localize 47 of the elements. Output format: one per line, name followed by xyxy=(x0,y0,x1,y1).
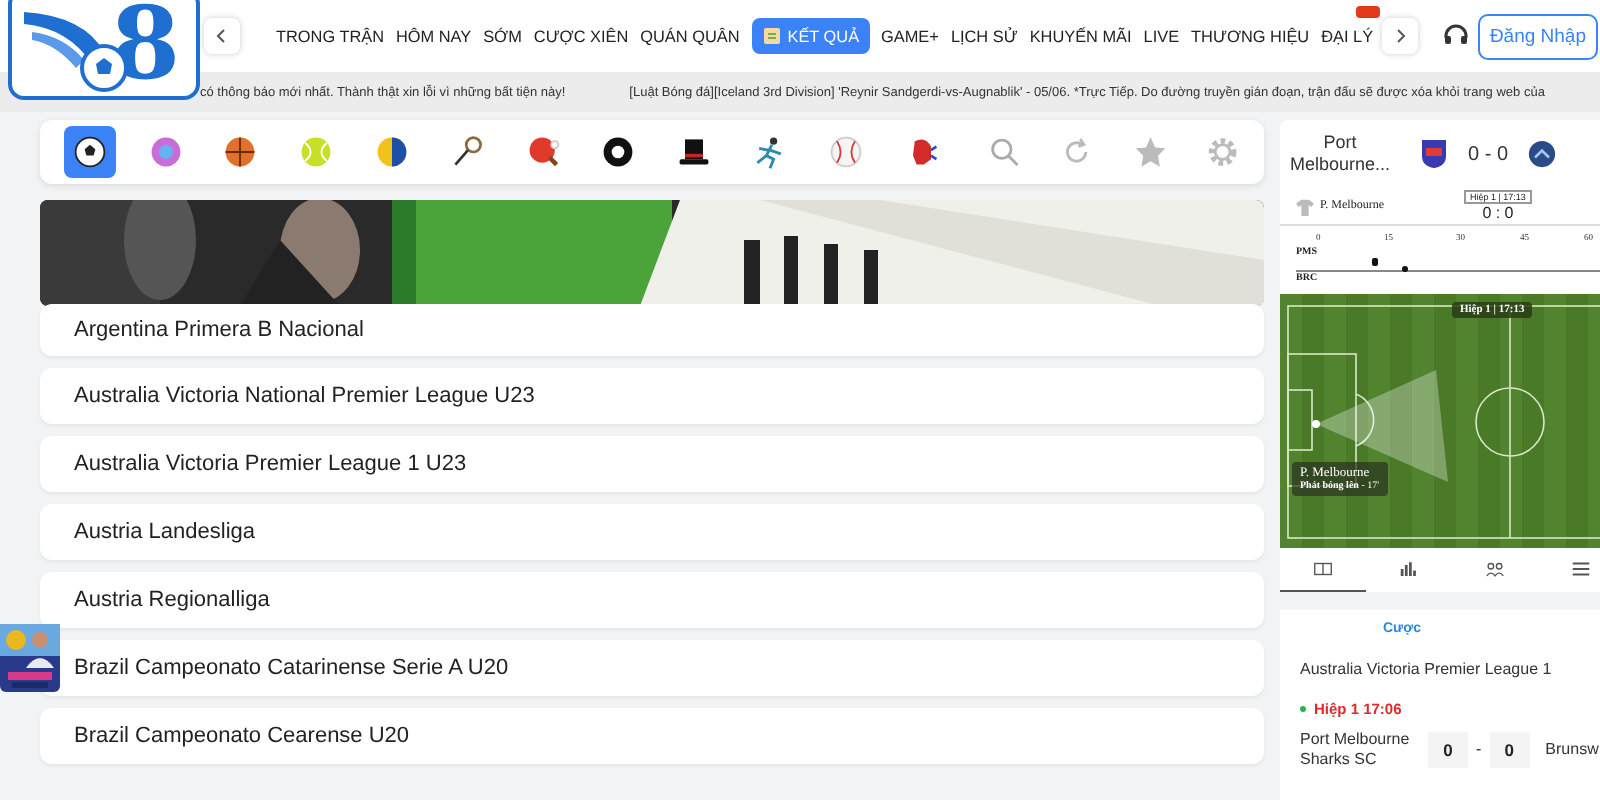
nav-tab[interactable]: ĐẠI LÝ xyxy=(1321,21,1374,51)
team-name: Port Melbourne Sharks SC xyxy=(1300,730,1412,769)
headset-icon[interactable] xyxy=(1441,22,1470,50)
list-icon xyxy=(1570,558,1592,580)
calendar-icon xyxy=(761,26,782,46)
chevron-left-icon xyxy=(214,28,230,44)
chevron-right-icon xyxy=(1391,28,1408,44)
event-marker xyxy=(1402,266,1408,272)
shield-icon xyxy=(1420,138,1448,170)
league-row[interactable]: Austria Regionalliga xyxy=(40,572,1264,628)
team-name: Port Melbourne... xyxy=(1287,132,1393,176)
nav-tab[interactable]: LỊCH SỬ xyxy=(950,21,1018,51)
league-row[interactable]: Brazil Campeonato Catarinense Serie A U20 xyxy=(40,640,1264,696)
league-row[interactable]: Brazil Campeonato Cearense U20 xyxy=(40,708,1264,764)
score-value: 0 xyxy=(1489,731,1530,768)
crest-icon xyxy=(1528,138,1557,170)
mini-score: 0 : 0 xyxy=(1482,204,1514,222)
nav-tab[interactable]: TRONG TRẬN xyxy=(276,21,384,51)
scoreboard-icon xyxy=(1312,558,1334,580)
nav-tab[interactable]: KHUYẾN MÃI xyxy=(1029,21,1132,51)
league-row[interactable]: Argentina Primera B Nacional xyxy=(40,304,1264,356)
league-name: Australia Victoria Premier League 1 xyxy=(1300,660,1554,678)
match-score: 0 - 0 xyxy=(1468,143,1509,165)
nav-tab[interactable]: THƯƠNG HIỆU xyxy=(1191,21,1310,51)
score-separator: - xyxy=(1476,740,1482,759)
stats-icon xyxy=(1398,558,1420,580)
previous-button[interactable] xyxy=(204,18,240,54)
team-name: Brunsw xyxy=(1545,740,1599,759)
next-button[interactable] xyxy=(1381,18,1418,54)
league-row[interactable]: Australia Victoria National Premier League U23 xyxy=(40,368,1264,424)
live-dot xyxy=(1300,706,1306,712)
lineup-icon xyxy=(1484,558,1506,580)
nav-tab[interactable]: HÔM NAY xyxy=(395,21,472,51)
score-value: 0 xyxy=(1428,731,1468,768)
soccer-icon[interactable] xyxy=(64,126,116,178)
nav-tab[interactable]: CƯỢC XIÊN xyxy=(533,21,629,51)
nav-tab[interactable]: SỚM xyxy=(483,21,522,51)
nav-tab[interactable]: QUÁN QUÂN xyxy=(640,21,740,51)
nav-tab[interactable]: KẾT QUẢ xyxy=(751,18,870,54)
nav-tab[interactable]: LIVE xyxy=(1143,21,1180,51)
league-row[interactable]: Australia Victoria Premier League 1 U23 xyxy=(40,436,1264,492)
nav-tab[interactable]: GAME+ xyxy=(881,21,939,51)
login-button[interactable]: Đăng Nhập xyxy=(1477,13,1598,59)
star-icon[interactable] xyxy=(1133,134,1167,170)
league-row[interactable]: Austria Landesliga xyxy=(40,504,1264,560)
event-marker xyxy=(1372,258,1378,266)
shirt-icon xyxy=(1296,197,1314,215)
